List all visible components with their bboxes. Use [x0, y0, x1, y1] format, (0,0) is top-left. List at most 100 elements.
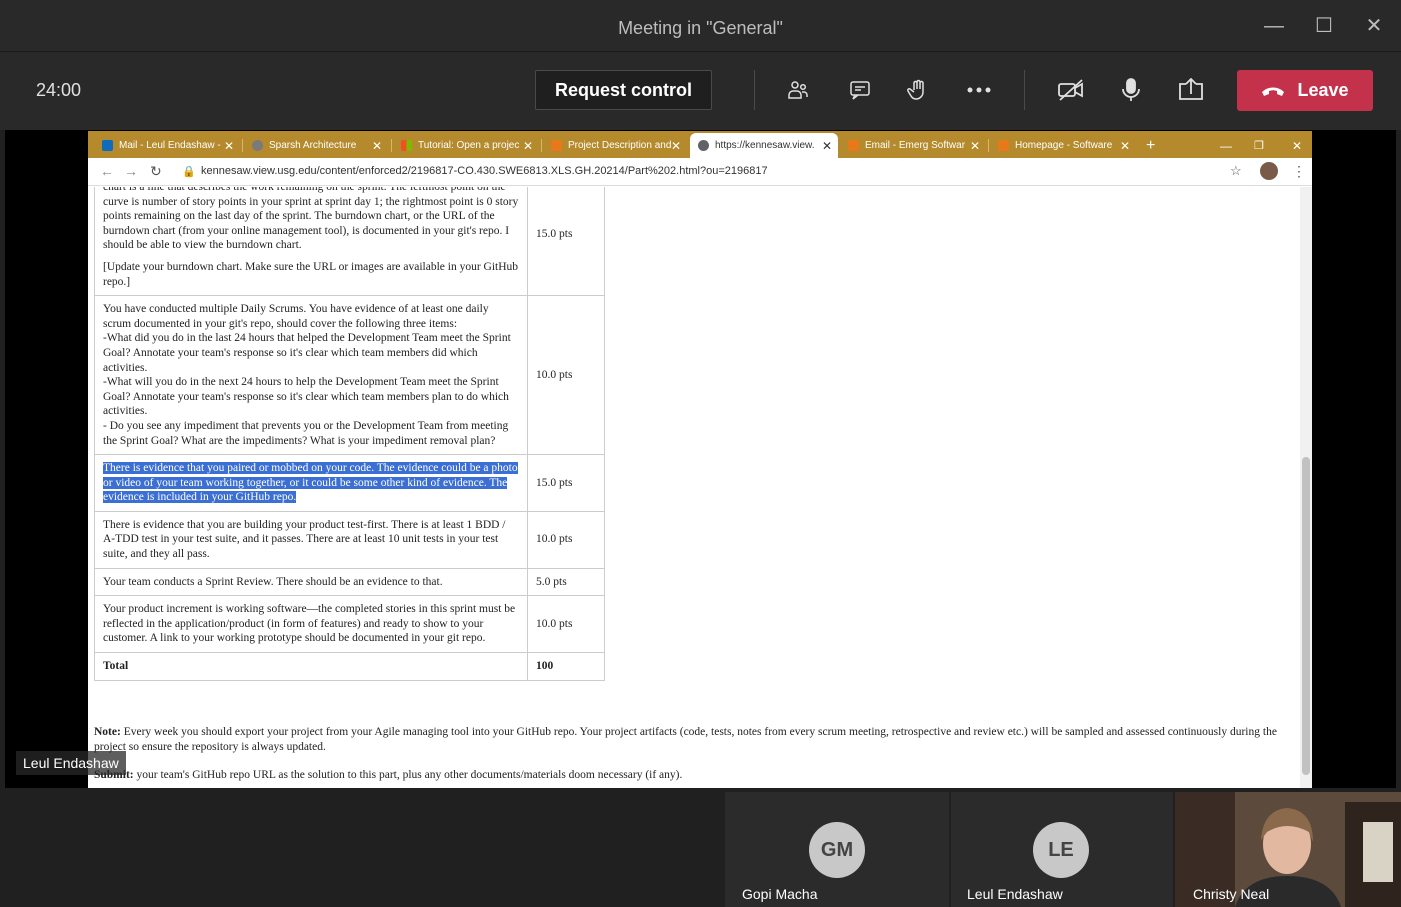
d2l-icon [551, 140, 562, 151]
tab-divider [541, 139, 542, 152]
share-screen-icon[interactable] [1173, 72, 1209, 108]
outlook-icon [102, 140, 113, 151]
tab-label: Homepage - Software [1015, 140, 1113, 151]
forward-icon[interactable]: → [124, 163, 138, 179]
microsoft-icon [401, 140, 412, 151]
browser-tab[interactable]: Project Description and ✕ [543, 133, 687, 158]
total-label: Total [94, 652, 528, 681]
chat-icon[interactable] [842, 72, 878, 108]
table-row: There is evidence that you are building … [94, 510, 605, 569]
tab-divider [391, 139, 392, 152]
browser-close-icon[interactable]: ✕ [1284, 133, 1304, 158]
close-tab-icon[interactable]: ✕ [224, 139, 234, 153]
avatar: GM [809, 822, 865, 878]
browser-minimize-icon[interactable]: — [1212, 133, 1232, 158]
participant-name: Leul Endashaw [967, 886, 1063, 902]
tab-divider [988, 139, 989, 152]
leave-button[interactable]: Leave [1237, 70, 1373, 111]
participant-tile[interactable]: LE Leul Endashaw [951, 792, 1173, 907]
new-tab-button[interactable]: + [1142, 133, 1162, 158]
tab-label: Project Description and [568, 140, 672, 151]
points-cell: 5.0 pts [527, 567, 605, 597]
participant-name: Gopi Macha [742, 886, 818, 902]
criteria-line: - Do you see any impediment that prevent… [103, 419, 509, 447]
note-text: Every week you should export your projec… [94, 726, 1277, 753]
browser-tab[interactable]: Homepage - Software ✕ [990, 133, 1136, 158]
close-tab-icon[interactable]: ✕ [970, 139, 980, 153]
table-row: Your product increment is working softwa… [94, 595, 605, 654]
address-bar: ← → ↻ 🔒 kennesaw.view.usg.edu/content/en… [88, 158, 1312, 186]
participants-icon[interactable] [780, 72, 816, 108]
reload-icon[interactable]: ↻ [150, 163, 162, 180]
criteria-cell: You have conducted multiple Daily Scrums… [94, 295, 528, 456]
leave-label: Leave [1297, 80, 1349, 100]
bookmark-star-icon[interactable]: ☆ [1230, 163, 1242, 179]
browser-tab[interactable]: Tutorial: Open a projec ✕ [393, 133, 539, 158]
participant-name: Christy Neal [1193, 886, 1270, 902]
browser-tab[interactable]: Email - Emerg Softwar ✕ [840, 133, 986, 158]
lock-icon: 🔒 [182, 166, 196, 178]
tab-label: Sparsh Architecture [269, 140, 357, 151]
camera-off-icon[interactable] [1053, 72, 1089, 108]
browser-tab-active[interactable]: https://kennesaw.view. ✕ [690, 133, 838, 158]
note-label: Note: [94, 726, 121, 738]
total-row: Total 100 [94, 652, 605, 681]
tab-label: Tutorial: Open a projec [418, 140, 520, 151]
microphone-icon[interactable] [1113, 72, 1149, 108]
browser-tab[interactable]: Sparsh Architecture ✕ [244, 133, 388, 158]
points-cell: 15.0 pts [527, 187, 605, 297]
meeting-timer: 24:00 [36, 80, 82, 100]
close-tab-icon[interactable]: ✕ [523, 139, 533, 153]
points-cell: 10.0 pts [527, 295, 605, 456]
submit-paragraph: Submit: your team's GitHub repo URL as t… [94, 769, 682, 781]
minimize-icon[interactable]: — [1256, 10, 1292, 42]
close-tab-icon[interactable]: ✕ [372, 139, 382, 153]
profile-avatar[interactable] [1260, 162, 1278, 180]
url-field[interactable]: kennesaw.view.usg.edu/content/enforced2/… [201, 165, 768, 177]
request-control-button[interactable]: Request control [535, 70, 712, 110]
more-options-icon[interactable] [961, 72, 997, 108]
browser-tab[interactable]: Mail - Leul Endashaw - ✕ [94, 133, 240, 158]
note-paragraph: Note: Every week you should export your … [94, 725, 1294, 755]
tab-divider [242, 139, 243, 152]
table-row: There is evidence that you paired or mob… [94, 454, 605, 512]
criteria-cell: Your team conducts a Sprint Review. Ther… [94, 567, 528, 597]
criteria-cell: There is evidence that you paired or mob… [94, 454, 528, 512]
close-tab-icon[interactable]: ✕ [822, 139, 832, 153]
total-value: 100 [527, 652, 605, 681]
page-content: chart is a line that describes the work … [88, 187, 1300, 788]
menu-kebab-icon[interactable]: ⋮ [1292, 163, 1306, 180]
maximize-icon[interactable]: ☐ [1306, 10, 1342, 42]
browser-tabstrip: Mail - Leul Endashaw - ✕ Sparsh Architec… [88, 131, 1312, 158]
globe-icon [698, 140, 709, 151]
presenter-name-label: Leul Endashaw [16, 751, 126, 775]
close-tab-icon[interactable]: ✕ [671, 139, 681, 153]
participant-video-tile[interactable]: Christy Neal [1175, 792, 1401, 907]
selected-text: There is evidence that you paired or mob… [103, 462, 518, 504]
hang-up-icon [1262, 87, 1285, 96]
back-icon[interactable]: ← [100, 163, 114, 179]
globe-icon [252, 140, 263, 151]
close-icon[interactable]: ✕ [1356, 10, 1392, 42]
tab-label: Mail - Leul Endashaw - [119, 140, 221, 151]
criteria-cell: There is evidence that you are building … [94, 510, 528, 569]
criteria-line: -What will you do in the next 24 hours t… [103, 376, 509, 418]
table-row: Your team conducts a Sprint Review. Ther… [94, 567, 605, 597]
d2l-icon [998, 140, 1009, 151]
criteria-line: -What did you do in the last 24 hours th… [103, 332, 511, 374]
window-titlebar: Meeting in "General" — ☐ ✕ [0, 0, 1401, 52]
d2l-icon [848, 140, 859, 151]
criteria-cell: Your product increment is working softwa… [94, 595, 528, 654]
participant-tile[interactable]: GM Gopi Macha [725, 792, 949, 907]
points-cell: 15.0 pts [527, 454, 605, 512]
page-scrollbar[interactable] [1300, 187, 1312, 788]
points-cell: 10.0 pts [527, 595, 605, 654]
browser-restore-icon[interactable]: ❐ [1246, 133, 1266, 158]
close-tab-icon[interactable]: ✕ [1120, 139, 1130, 153]
raise-hand-icon[interactable] [900, 72, 936, 108]
criteria-note: [Update your burndown chart. Make sure t… [103, 260, 519, 288]
submit-text: your team's GitHub repo URL as the solut… [133, 769, 683, 781]
scrollbar-thumb[interactable] [1302, 457, 1310, 775]
meeting-controls: 24:00 Request control Leave [0, 52, 1401, 130]
criteria-text: chart is a line that describes the work … [103, 187, 519, 252]
